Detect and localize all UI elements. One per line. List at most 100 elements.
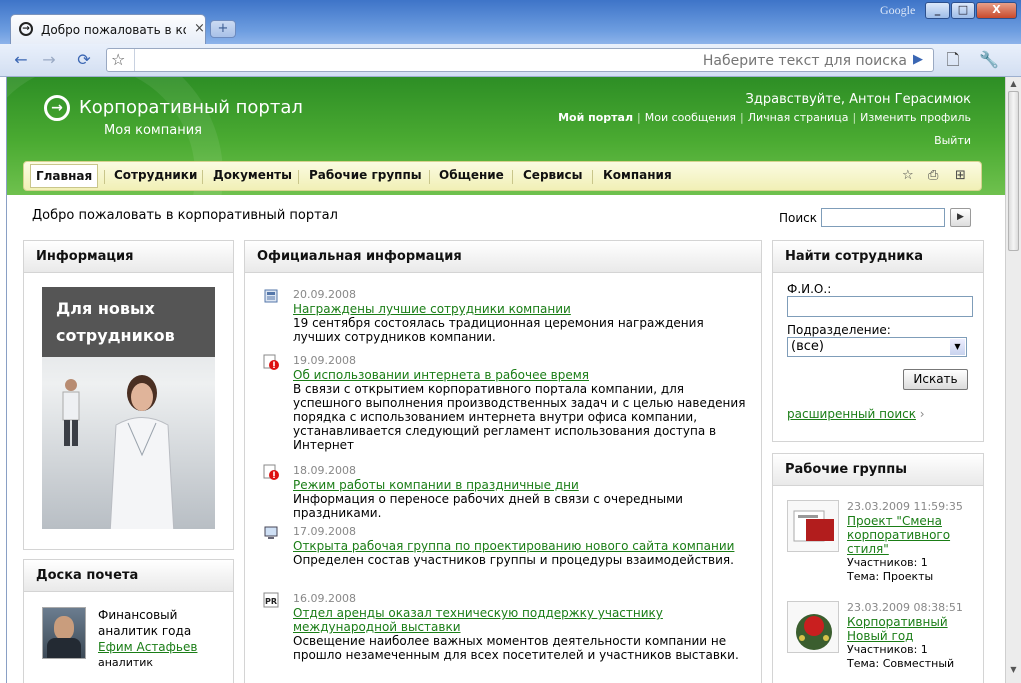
menu-item-documents[interactable]: Документы (213, 168, 292, 182)
menu-separator (104, 170, 105, 184)
workgroup-topic: Тема: Совместный (847, 657, 955, 670)
news-title-link[interactable]: Открыта рабочая группа по проектированию… (293, 539, 753, 553)
go-arrow-icon[interactable]: ▶ (913, 52, 923, 67)
search-label: Поиск (779, 211, 818, 225)
edit-profile-link[interactable]: Изменить профиль (860, 111, 971, 124)
department-label: Подразделение: (787, 323, 891, 337)
forward-arrow-icon[interactable]: → (38, 50, 60, 70)
workgroup-members: Участников: 1 (847, 643, 928, 656)
logo-title[interactable]: Корпоративный портал (79, 97, 303, 118)
new-tab-button[interactable]: + (210, 20, 236, 38)
menu-item-company[interactable]: Компания (603, 168, 672, 182)
bookmark-star-icon[interactable]: ☆ (111, 50, 125, 69)
chevron-right-icon: › (919, 407, 925, 421)
honor-role-line-2: аналитик года (98, 624, 192, 638)
department-select[interactable]: (все) ▼ (787, 337, 967, 357)
menu-item-services[interactable]: Сервисы (523, 168, 583, 182)
page-scrollbar[interactable]: ▲ ▼ (1005, 77, 1021, 683)
honor-board-box: Доска почета Финансовый аналитик года Еф… (23, 559, 234, 683)
workgroup-topic: Тема: Проекты (847, 570, 934, 583)
my-portal-link[interactable]: Мой портал (558, 111, 633, 124)
workgroups-title: Рабочие группы (773, 454, 983, 486)
link-separator: | (740, 111, 744, 124)
my-messages-link[interactable]: Мои сообщения (645, 111, 736, 124)
page-content: → Корпоративный портал Моя компания Здра… (6, 77, 1008, 683)
workgroup-title-link[interactable]: Проект "Смена корпоративного стиля" (847, 514, 977, 556)
banner-line-2: сотрудников (56, 326, 175, 345)
news-title-link[interactable]: Отдел аренды оказал техническую поддержк… (293, 606, 753, 634)
svg-text:PR: PR (265, 597, 277, 606)
fio-input[interactable] (787, 296, 973, 317)
honor-position: аналитик (98, 656, 154, 669)
workgroup-item: 23.03.2009 08:38:51 Корпоративный Новый … (847, 601, 977, 671)
favorites-star-icon[interactable]: ☆ (902, 168, 914, 183)
menu-item-communication[interactable]: Общение (439, 168, 504, 182)
news-title-link[interactable]: Режим работы компании в праздничные дни (293, 478, 753, 492)
menu-item-employees[interactable]: Сотрудники (114, 168, 197, 182)
main-menu: Главная Сотрудники Документы Рабочие гру… (23, 161, 982, 191)
alert-icon (263, 354, 279, 370)
scroll-down-icon[interactable]: ▼ (1008, 665, 1019, 677)
scroll-up-icon[interactable]: ▲ (1008, 79, 1019, 91)
logo-subtitle: Моя компания (104, 123, 202, 138)
news-title-link[interactable]: Награждены лучшие сотрудники компании (293, 302, 753, 316)
link-separator: | (852, 111, 857, 124)
chevron-down-icon[interactable]: ▼ (950, 339, 965, 355)
honor-employee-link[interactable]: Ефим Астафьев (98, 639, 197, 655)
minimize-button[interactable]: _ (925, 2, 950, 19)
site-search-button[interactable]: ▶ (950, 208, 971, 227)
address-bar[interactable]: ☆ ▶ (106, 48, 934, 72)
sitemap-icon[interactable]: ⊞ (955, 168, 966, 183)
site-search-input[interactable] (821, 208, 945, 227)
workgroup-image[interactable] (787, 500, 839, 552)
tab-title: Добро пожаловать в ко... (41, 23, 186, 37)
logout-link[interactable]: Выйти (934, 134, 971, 147)
maximize-button[interactable]: □ (951, 2, 975, 19)
news-date: 20.09.2008 (293, 288, 356, 301)
advanced-search-link[interactable]: расширенный поиск (787, 407, 916, 421)
wrench-menu-icon[interactable]: 🔧 (978, 50, 1000, 70)
honor-role-line-1: Финансовый (98, 608, 178, 622)
browser-tab[interactable]: → Добро пожаловать в ко... × (10, 14, 206, 44)
news-icon (264, 289, 278, 303)
personal-page-link[interactable]: Личная страница (748, 111, 849, 124)
find-employee-title: Найти сотрудника (773, 241, 983, 273)
scrollbar-thumb[interactable] (1008, 91, 1019, 251)
menu-separator (512, 170, 513, 184)
menu-separator (298, 170, 299, 184)
news-date: 17.09.2008 (293, 525, 356, 538)
banner-heading: Для новых сотрудников (56, 295, 175, 349)
back-arrow-icon[interactable]: ← (10, 50, 32, 70)
reload-icon[interactable]: ⟳ (73, 50, 95, 70)
menu-item-workgroups[interactable]: Рабочие группы (309, 168, 422, 182)
news-text: Определен состав участников группы и про… (293, 553, 734, 567)
honor-entry: Финансовый аналитик года Ефим Астафьев а… (98, 607, 197, 671)
menu-item-home[interactable]: Главная (30, 164, 99, 188)
logo-arrow-icon[interactable]: → (44, 95, 70, 121)
employee-photo[interactable] (42, 607, 86, 659)
workgroup-date: 23.03.2009 11:59:35 (847, 500, 963, 513)
page-title: Добро пожаловать в корпоративный портал (32, 208, 338, 223)
computer-icon (264, 526, 278, 539)
news-text: Освещение наиболее важных моментов деяте… (293, 634, 739, 662)
find-employee-box: Найти сотрудника Ф.И.О.: Подразделение: … (772, 240, 984, 442)
portal-header: → Корпоративный портал Моя компания Здра… (7, 77, 1008, 195)
tab-close-icon[interactable]: × (194, 21, 205, 36)
news-title-link[interactable]: Об использовании интернета в рабочее вре… (293, 368, 753, 382)
workgroup-image[interactable] (787, 601, 839, 653)
workgroup-members: Участников: 1 (847, 556, 928, 569)
official-info-box: Официальная информация 20.09.2008 Награж… (244, 240, 762, 683)
workgroup-title-link[interactable]: Корпоративный Новый год (847, 615, 977, 643)
close-window-button[interactable]: X (976, 2, 1017, 19)
address-input[interactable] (137, 51, 909, 71)
menu-separator (429, 170, 430, 184)
new-employees-banner[interactable]: Для новых сотрудников (42, 287, 215, 529)
find-employee-button[interactable]: Искать (903, 369, 968, 390)
print-icon[interactable]: ⎙ (928, 168, 938, 183)
info-box: Информация Для новых сотрудников (23, 240, 234, 550)
pr-icon: PR (263, 592, 279, 608)
link-separator: | (637, 111, 641, 124)
fio-label: Ф.И.О.: (787, 282, 832, 296)
alert-icon (263, 464, 279, 480)
page-menu-icon[interactable]: 🗋 (942, 50, 964, 70)
